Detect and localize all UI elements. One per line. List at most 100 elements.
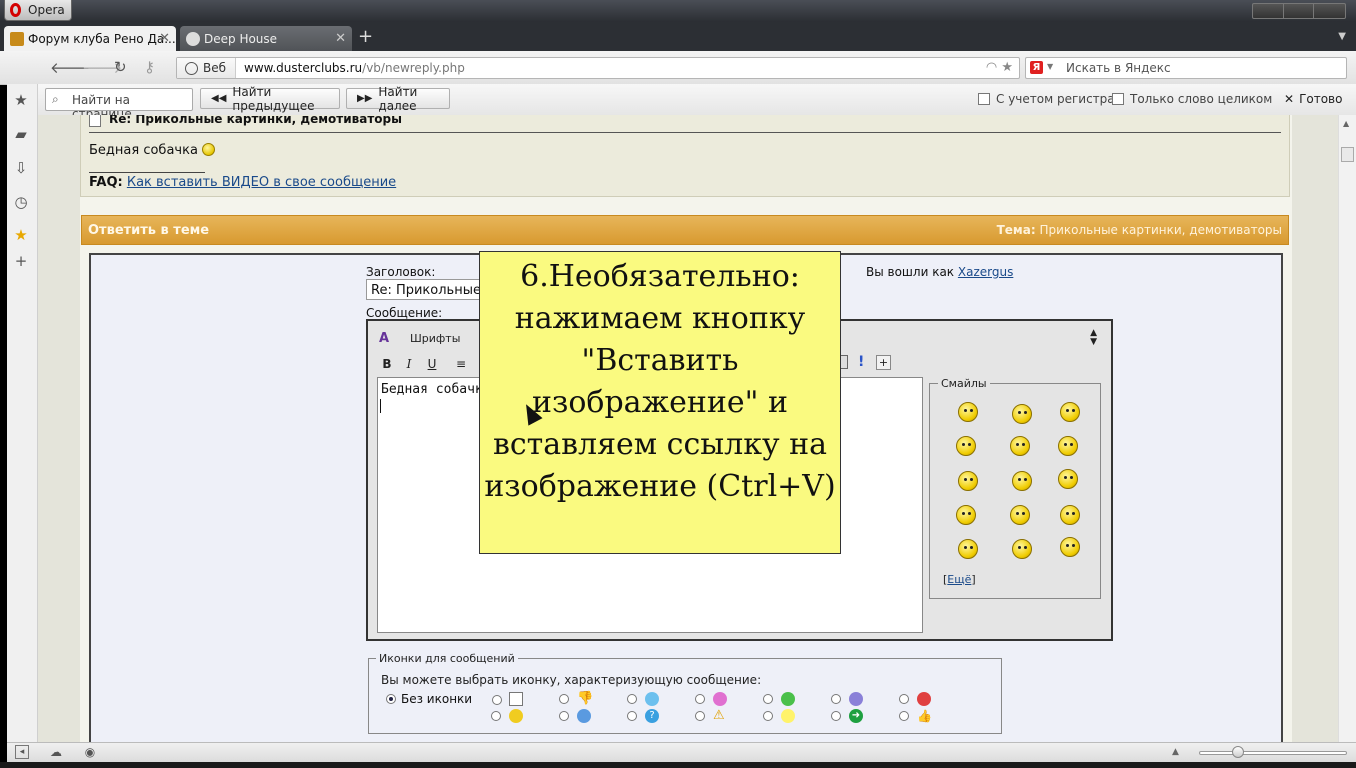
- radio[interactable]: [831, 694, 841, 704]
- chevron-down-icon[interactable]: ▼: [1047, 62, 1053, 71]
- address-field[interactable]: Веб www.dusterclubs.ru/vb/newreply.php ◠…: [176, 57, 1020, 79]
- radio[interactable]: [831, 711, 841, 721]
- scroll-thumb[interactable]: [1341, 147, 1354, 162]
- downloads-icon[interactable]: ⇩: [12, 159, 30, 177]
- smiley-icon[interactable]: [958, 471, 978, 491]
- find-previous-button[interactable]: ◀◀ Найти предыдущее: [200, 85, 340, 113]
- favorites-icon[interactable]: ★: [12, 226, 30, 244]
- notes-icon[interactable]: ▰: [12, 125, 30, 143]
- window-controls[interactable]: [1252, 3, 1346, 19]
- done-button[interactable]: ✕ Готово: [1284, 92, 1342, 106]
- no-icon-option[interactable]: Без иконки: [386, 692, 472, 706]
- smiley-icon[interactable]: [1012, 404, 1032, 424]
- smiley-icon[interactable]: [958, 402, 978, 422]
- lightbulb-icon[interactable]: [763, 709, 795, 723]
- match-case-checkbox[interactable]: С учетом регистра: [978, 92, 1115, 106]
- star-icon[interactable]: ★: [1001, 60, 1013, 75]
- underline-icon[interactable]: U: [423, 355, 441, 373]
- subject-input[interactable]: Re: Прикольные: [366, 279, 484, 300]
- cool-icon[interactable]: [559, 709, 591, 723]
- zoom-menu-icon[interactable]: ▲: [1172, 747, 1179, 757]
- remove-format-icon[interactable]: A: [379, 331, 389, 346]
- tab-menu-icon[interactable]: ▼: [1338, 31, 1346, 42]
- rss-icon[interactable]: ◠: [986, 60, 997, 75]
- radio[interactable]: [627, 694, 637, 704]
- bookmarks-icon[interactable]: ★: [12, 91, 30, 109]
- add-panel-icon[interactable]: +: [12, 252, 30, 270]
- vertical-scrollbar[interactable]: ▲: [1338, 115, 1356, 742]
- resize-editor-icon[interactable]: ▲ ▼: [1090, 329, 1097, 347]
- panel-toggle-icon[interactable]: ◂: [15, 745, 29, 759]
- radio[interactable]: [559, 694, 569, 704]
- radio[interactable]: [763, 711, 773, 721]
- zoom-slider[interactable]: [1199, 751, 1347, 755]
- smiley-icon[interactable]: [1010, 436, 1030, 456]
- smiley-icon[interactable]: [1060, 505, 1080, 525]
- radio[interactable]: [695, 711, 705, 721]
- post-icon[interactable]: [492, 692, 523, 706]
- radio[interactable]: [491, 711, 501, 721]
- radio[interactable]: [899, 694, 909, 704]
- web-badge[interactable]: Веб: [177, 58, 236, 78]
- checkbox-box[interactable]: [1112, 93, 1124, 105]
- zoom-slider-handle[interactable]: [1232, 746, 1244, 758]
- smile-icon[interactable]: [491, 709, 523, 723]
- smile-blue-icon[interactable]: [627, 692, 659, 706]
- reload-icon[interactable]: ↻: [114, 58, 127, 76]
- smiley-icon[interactable]: [1058, 469, 1078, 489]
- smiley-icon[interactable]: [1060, 537, 1080, 557]
- post-body: Бедная собачка: [89, 143, 198, 158]
- scroll-up-icon[interactable]: ▲: [1343, 119, 1349, 128]
- arrow-right-icon[interactable]: ➜: [831, 709, 863, 723]
- radio[interactable]: [492, 695, 502, 705]
- radio[interactable]: [559, 711, 569, 721]
- smiley-icon[interactable]: [1012, 539, 1032, 559]
- align-left-icon[interactable]: ≡: [452, 355, 470, 373]
- smiley-icon[interactable]: [1060, 402, 1080, 422]
- cloud-icon[interactable]: ☁: [49, 745, 63, 759]
- more-smilies-link[interactable]: Ещё: [947, 573, 971, 586]
- whole-word-checkbox[interactable]: Только слово целиком: [1112, 92, 1272, 106]
- close-tab-icon[interactable]: ✕: [159, 31, 170, 46]
- message-icons-legend: Иконки для сообщений: [376, 652, 518, 665]
- username-link[interactable]: Xazergus: [958, 265, 1013, 279]
- smiley-icon[interactable]: [956, 505, 976, 525]
- more-tools-icon[interactable]: +: [876, 355, 891, 370]
- font-select[interactable]: Шрифты: [404, 329, 484, 347]
- radio[interactable]: [899, 711, 909, 721]
- yandex-icon[interactable]: Я: [1030, 61, 1043, 74]
- radio[interactable]: [627, 711, 637, 721]
- smiley-icon[interactable]: [958, 539, 978, 559]
- speed-dial-icon[interactable]: ◉: [83, 745, 97, 759]
- question-icon[interactable]: ?: [627, 709, 659, 723]
- smiley-icon[interactable]: [1012, 471, 1032, 491]
- smiley-icon[interactable]: [1010, 505, 1030, 525]
- thumbs-down-icon[interactable]: 👎: [559, 692, 593, 706]
- grin-icon[interactable]: [763, 692, 795, 706]
- smile-pink-icon[interactable]: [695, 692, 727, 706]
- history-icon[interactable]: ◷: [12, 193, 30, 211]
- radio[interactable]: [695, 694, 705, 704]
- key-icon[interactable]: ⚷: [144, 58, 155, 76]
- search-field[interactable]: Я ▼ Искать в Яндекс: [1025, 57, 1347, 79]
- radio[interactable]: [763, 694, 773, 704]
- new-tab-icon[interactable]: +: [358, 28, 373, 46]
- find-input[interactable]: ⌕ Найти на странице: [45, 88, 193, 121]
- close-tab-icon[interactable]: ✕: [335, 31, 346, 46]
- thumbs-up-icon[interactable]: 👍: [899, 709, 932, 723]
- radio-selected[interactable]: [386, 694, 396, 704]
- warning-icon[interactable]: ⚠: [695, 709, 727, 723]
- find-next-button[interactable]: ▶▶ Найти далее: [346, 85, 450, 113]
- angry-icon[interactable]: [899, 692, 931, 706]
- faq-link[interactable]: Как вставить ВИДЕО в свое сообщение: [127, 175, 396, 190]
- bold-icon[interactable]: B: [378, 355, 396, 373]
- exclamation-icon[interactable]: !: [858, 354, 864, 370]
- sad-icon[interactable]: [831, 692, 863, 706]
- checkbox-box[interactable]: [978, 93, 990, 105]
- tab-forum[interactable]: Форум клуба Рено Да... ✕: [4, 26, 176, 51]
- smiley-icon[interactable]: [1058, 436, 1078, 456]
- tab-deep-house[interactable]: Deep House ✕: [180, 26, 352, 51]
- opera-menu-button[interactable]: Opera: [4, 0, 72, 21]
- smiley-icon[interactable]: [956, 436, 976, 456]
- italic-icon[interactable]: I: [400, 355, 418, 373]
